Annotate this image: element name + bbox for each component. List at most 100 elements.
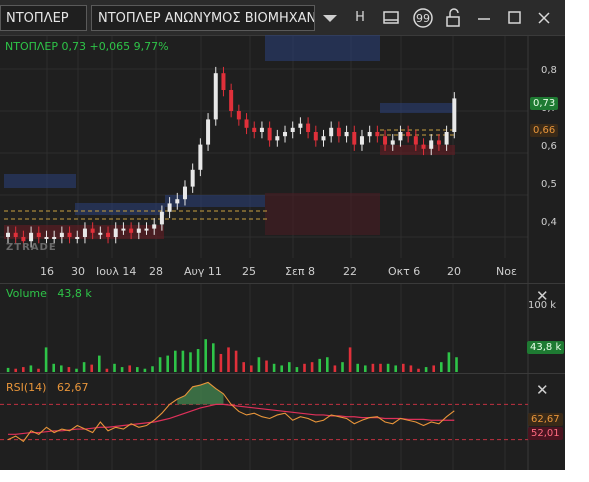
volume-bar (14, 368, 17, 372)
rsi-ma-tag: 52,01 (528, 427, 563, 440)
volume-bar (280, 365, 283, 372)
panel-divider[interactable] (0, 373, 565, 374)
panel-divider[interactable] (0, 283, 565, 284)
candle (275, 136, 280, 141)
candle (406, 132, 411, 137)
x-tick: Νοε (496, 265, 517, 278)
volume-bar (120, 367, 124, 372)
volume-bar (22, 367, 25, 372)
volume-bar (242, 362, 245, 372)
volume-bar (136, 367, 139, 372)
chart-canvas[interactable] (0, 0, 565, 470)
candle (329, 127, 334, 137)
volume-bar (105, 368, 109, 372)
x-tick: 28 (149, 265, 163, 278)
candle (44, 237, 49, 239)
candle (136, 228, 141, 233)
candle (244, 119, 249, 128)
volume-bar (113, 363, 116, 372)
candle (29, 232, 34, 242)
candle (290, 127, 295, 132)
y-tick: 0,4 (541, 217, 557, 228)
volume-bar (75, 368, 78, 372)
candle (259, 127, 264, 132)
volume-tag: 43,8 k (527, 341, 565, 354)
volume-bar (6, 367, 10, 372)
volume-bar (257, 357, 261, 372)
candle (206, 119, 211, 145)
watermark: ZTRADE (6, 242, 57, 253)
candle (175, 199, 180, 204)
candle (98, 232, 103, 235)
volume-bar (303, 363, 306, 372)
candle (336, 127, 341, 137)
zone (380, 103, 455, 113)
candle (252, 127, 257, 132)
volume-bar (219, 353, 223, 372)
volume-bar (394, 365, 397, 372)
y-tick: 0,8 (541, 65, 557, 76)
candle (413, 136, 418, 145)
candle (159, 211, 164, 225)
volume-bar (432, 365, 435, 372)
highlight-zones (4, 35, 455, 239)
candle (429, 140, 434, 149)
volume-bar (90, 364, 93, 372)
volume-bar (151, 366, 154, 372)
candle (75, 237, 80, 239)
candle (213, 73, 218, 120)
x-tick: 22 (343, 265, 357, 278)
candle (306, 123, 311, 132)
volume-bar (272, 363, 276, 372)
volume-bar (386, 363, 390, 372)
candle (21, 237, 26, 242)
close-icon[interactable]: ✕ (536, 383, 549, 398)
candle (106, 232, 111, 237)
candle (90, 228, 95, 233)
x-tick: 30 (71, 265, 85, 278)
candle (198, 144, 203, 170)
volume-bar (234, 350, 238, 372)
volume-bar (265, 360, 268, 372)
candle (167, 203, 172, 212)
volume-bar (98, 355, 101, 372)
volume-bar (379, 363, 382, 372)
volume-bar (67, 367, 71, 372)
volume-bar (310, 362, 314, 372)
x-tick: Σεπ 8 (285, 265, 316, 278)
candle (344, 132, 349, 137)
volume-bar (440, 362, 443, 372)
rsi-ma-line (8, 403, 455, 435)
candle (67, 232, 72, 237)
volume-bar (158, 357, 162, 372)
volume-bar (371, 363, 375, 372)
zone (265, 35, 380, 61)
volume-bar (455, 357, 458, 372)
x-tick: Ιουλ 14 (96, 265, 137, 278)
volume-bar (295, 367, 299, 372)
candle (113, 228, 118, 237)
volume-bar (189, 352, 192, 372)
volume-bar (82, 362, 86, 372)
candle (221, 73, 226, 90)
volume-bar (348, 347, 352, 372)
zone (165, 195, 265, 207)
zone (380, 145, 455, 155)
volume-bar (326, 357, 329, 372)
zone (265, 193, 380, 235)
x-tick: 25 (242, 265, 256, 278)
chart-window: ΝΤΟΠΛΕΡ ΝΤΟΠΛΕΡ ΑΝΩΝΥΜΟΣ ΒΙΟΜΗΧΑΝΙΚΗ H 9… (0, 0, 565, 470)
candle (144, 228, 149, 231)
candle (59, 232, 64, 237)
candle (13, 232, 18, 237)
y-tick: 0,5 (541, 179, 557, 190)
x-tick: Αυγ 11 (184, 265, 222, 278)
candle (283, 132, 288, 137)
candle (367, 132, 372, 137)
candle (298, 123, 303, 128)
volume-bar (174, 350, 177, 372)
zone (4, 174, 76, 188)
volume-bar (181, 350, 185, 372)
volume-bar (409, 365, 413, 372)
candle (421, 144, 426, 149)
